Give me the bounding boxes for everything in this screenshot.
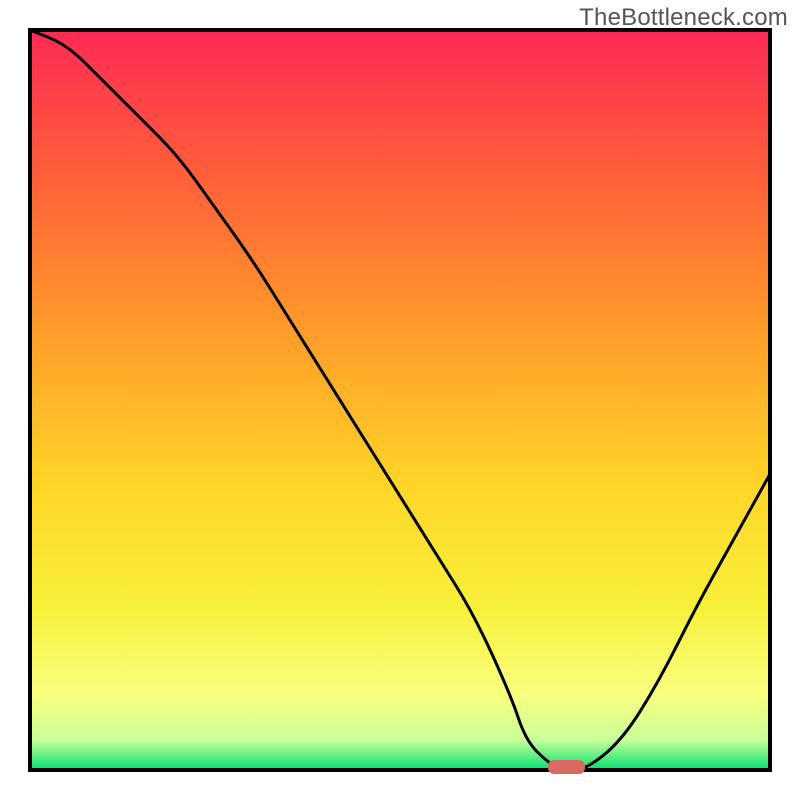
watermark-label: TheBottleneck.com xyxy=(579,4,788,32)
plot-background xyxy=(30,30,770,770)
optimum-marker xyxy=(548,760,585,774)
chart-svg xyxy=(0,0,800,800)
bottleneck-chart: TheBottleneck.com xyxy=(0,0,800,800)
